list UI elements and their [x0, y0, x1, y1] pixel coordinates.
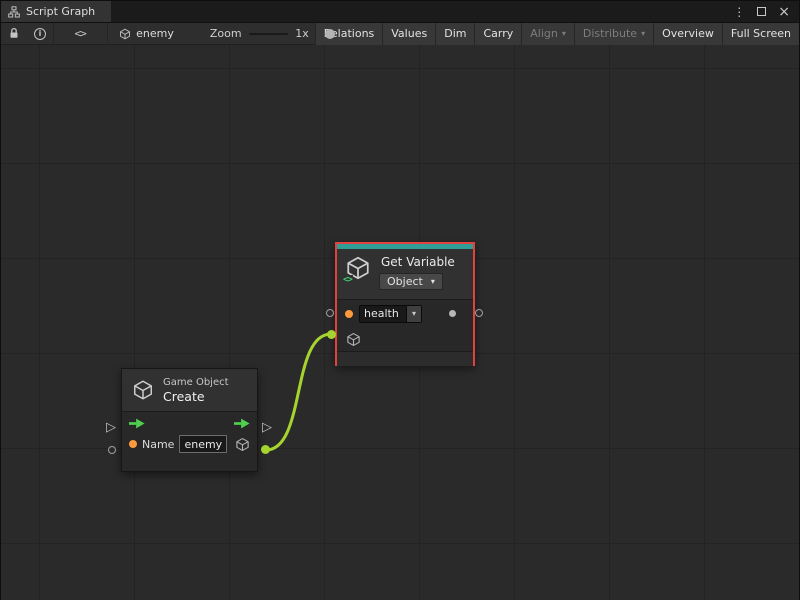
node-create-game-object[interactable]: Game Object Create Name — [121, 368, 258, 472]
lock-button[interactable] — [1, 23, 27, 45]
graph-canvas[interactable]: <> Get Variable Object ▾ ▾ — [1, 45, 799, 600]
create-game-object-output-port[interactable] — [261, 445, 270, 454]
chevron-down-icon: ▾ — [562, 30, 566, 38]
tab-script-graph[interactable]: Script Graph — [1, 1, 111, 22]
close-icon[interactable]: × — [778, 5, 790, 19]
node-body: Name — [122, 411, 257, 471]
game-object-icon — [119, 28, 131, 40]
distribute-label: Distribute — [583, 27, 637, 40]
object-variable-icon: <> — [345, 255, 371, 281]
full-screen-button[interactable]: Full Screen — [722, 23, 799, 45]
chevron-down-icon: ▾ — [431, 278, 435, 286]
get-variable-value-output-port[interactable] — [475, 309, 483, 317]
object-input-port-icon[interactable] — [346, 332, 361, 347]
carry-button[interactable]: Carry — [474, 23, 521, 45]
object-input-row — [337, 327, 473, 351]
variable-scope-dropdown[interactable]: Object ▾ — [379, 273, 443, 290]
values-button[interactable]: Values — [382, 23, 435, 45]
code-icon: <> — [74, 27, 85, 40]
connection-wire[interactable] — [266, 334, 331, 450]
node-footer — [337, 351, 473, 366]
create-control-output-port[interactable]: ▷ — [262, 421, 272, 434]
control-input-arrow-icon[interactable] — [129, 418, 145, 429]
create-name-input-port[interactable] — [108, 446, 116, 454]
node-title: Get Variable — [379, 255, 455, 269]
zoom-slider-handle[interactable] — [325, 29, 335, 39]
tab-title: Script Graph — [26, 5, 95, 18]
code-icon: <> — [342, 275, 353, 285]
get-variable-object-input-port[interactable] — [327, 330, 336, 339]
lock-icon — [8, 27, 20, 40]
zoom-label: Zoom — [210, 27, 242, 40]
info-icon: i — [34, 28, 46, 40]
align-label: Align — [530, 27, 558, 40]
name-input[interactable] — [179, 435, 227, 453]
node-body: ▾ — [337, 299, 473, 351]
variable-name-dropdown-button[interactable]: ▾ — [406, 306, 421, 322]
target-name-label: enemy — [136, 27, 174, 40]
window-controls: ⋮ × — [733, 1, 799, 22]
chevron-down-icon: ▾ — [412, 310, 416, 318]
node-header: Game Object Create — [122, 369, 257, 411]
control-output-arrow-icon[interactable] — [234, 418, 250, 429]
toolbar-buttons: Relations Values Dim Carry Align ▾ Distr… — [315, 23, 799, 45]
graph-target: enemy — [107, 27, 182, 40]
node-get-variable[interactable]: <> Get Variable Object ▾ ▾ — [335, 242, 475, 366]
variable-name-combo: ▾ — [359, 305, 422, 323]
chevron-down-icon: ▾ — [641, 30, 645, 38]
dim-button[interactable]: Dim — [435, 23, 474, 45]
variable-name-row: ▾ — [337, 300, 473, 327]
name-port-dot — [129, 440, 137, 448]
node-subtitle: Game Object — [163, 377, 229, 388]
align-dropdown-button[interactable]: Align ▾ — [521, 23, 574, 45]
variable-scope-label: Object — [387, 275, 423, 288]
maximize-icon[interactable] — [757, 7, 766, 16]
game-object-output-icon[interactable] — [235, 437, 250, 452]
menu-kebab-icon[interactable]: ⋮ — [733, 6, 745, 18]
inspect-button[interactable]: i — [27, 23, 53, 45]
control-flow-row — [122, 412, 257, 431]
distribute-dropdown-button[interactable]: Distribute ▾ — [574, 23, 653, 45]
node-header: <> Get Variable Object ▾ — [337, 249, 473, 299]
zoom-slider[interactable] — [249, 33, 289, 35]
script-graph-window: Script Graph ⋮ × i <> enemy — [0, 0, 800, 600]
game-object-icon — [132, 379, 154, 401]
value-output-dot — [449, 310, 456, 317]
get-variable-name-input-port[interactable] — [326, 309, 334, 317]
titlebar: Script Graph ⋮ × — [1, 1, 799, 23]
name-label: Name — [142, 438, 174, 451]
edit-graph-button[interactable]: <> — [67, 23, 92, 45]
overview-button[interactable]: Overview — [653, 23, 722, 45]
zoom-value: 1x — [295, 27, 309, 40]
node-title: Create — [163, 389, 229, 404]
graph-toolbar: i <> enemy Zoom 1x Relations Values Dim … — [1, 23, 799, 45]
graph-icon — [8, 6, 20, 18]
name-row: Name — [122, 431, 257, 453]
variable-name-input[interactable] — [360, 306, 406, 322]
value-port-dot — [345, 310, 353, 318]
create-control-input-port[interactable]: ▷ — [106, 421, 116, 434]
